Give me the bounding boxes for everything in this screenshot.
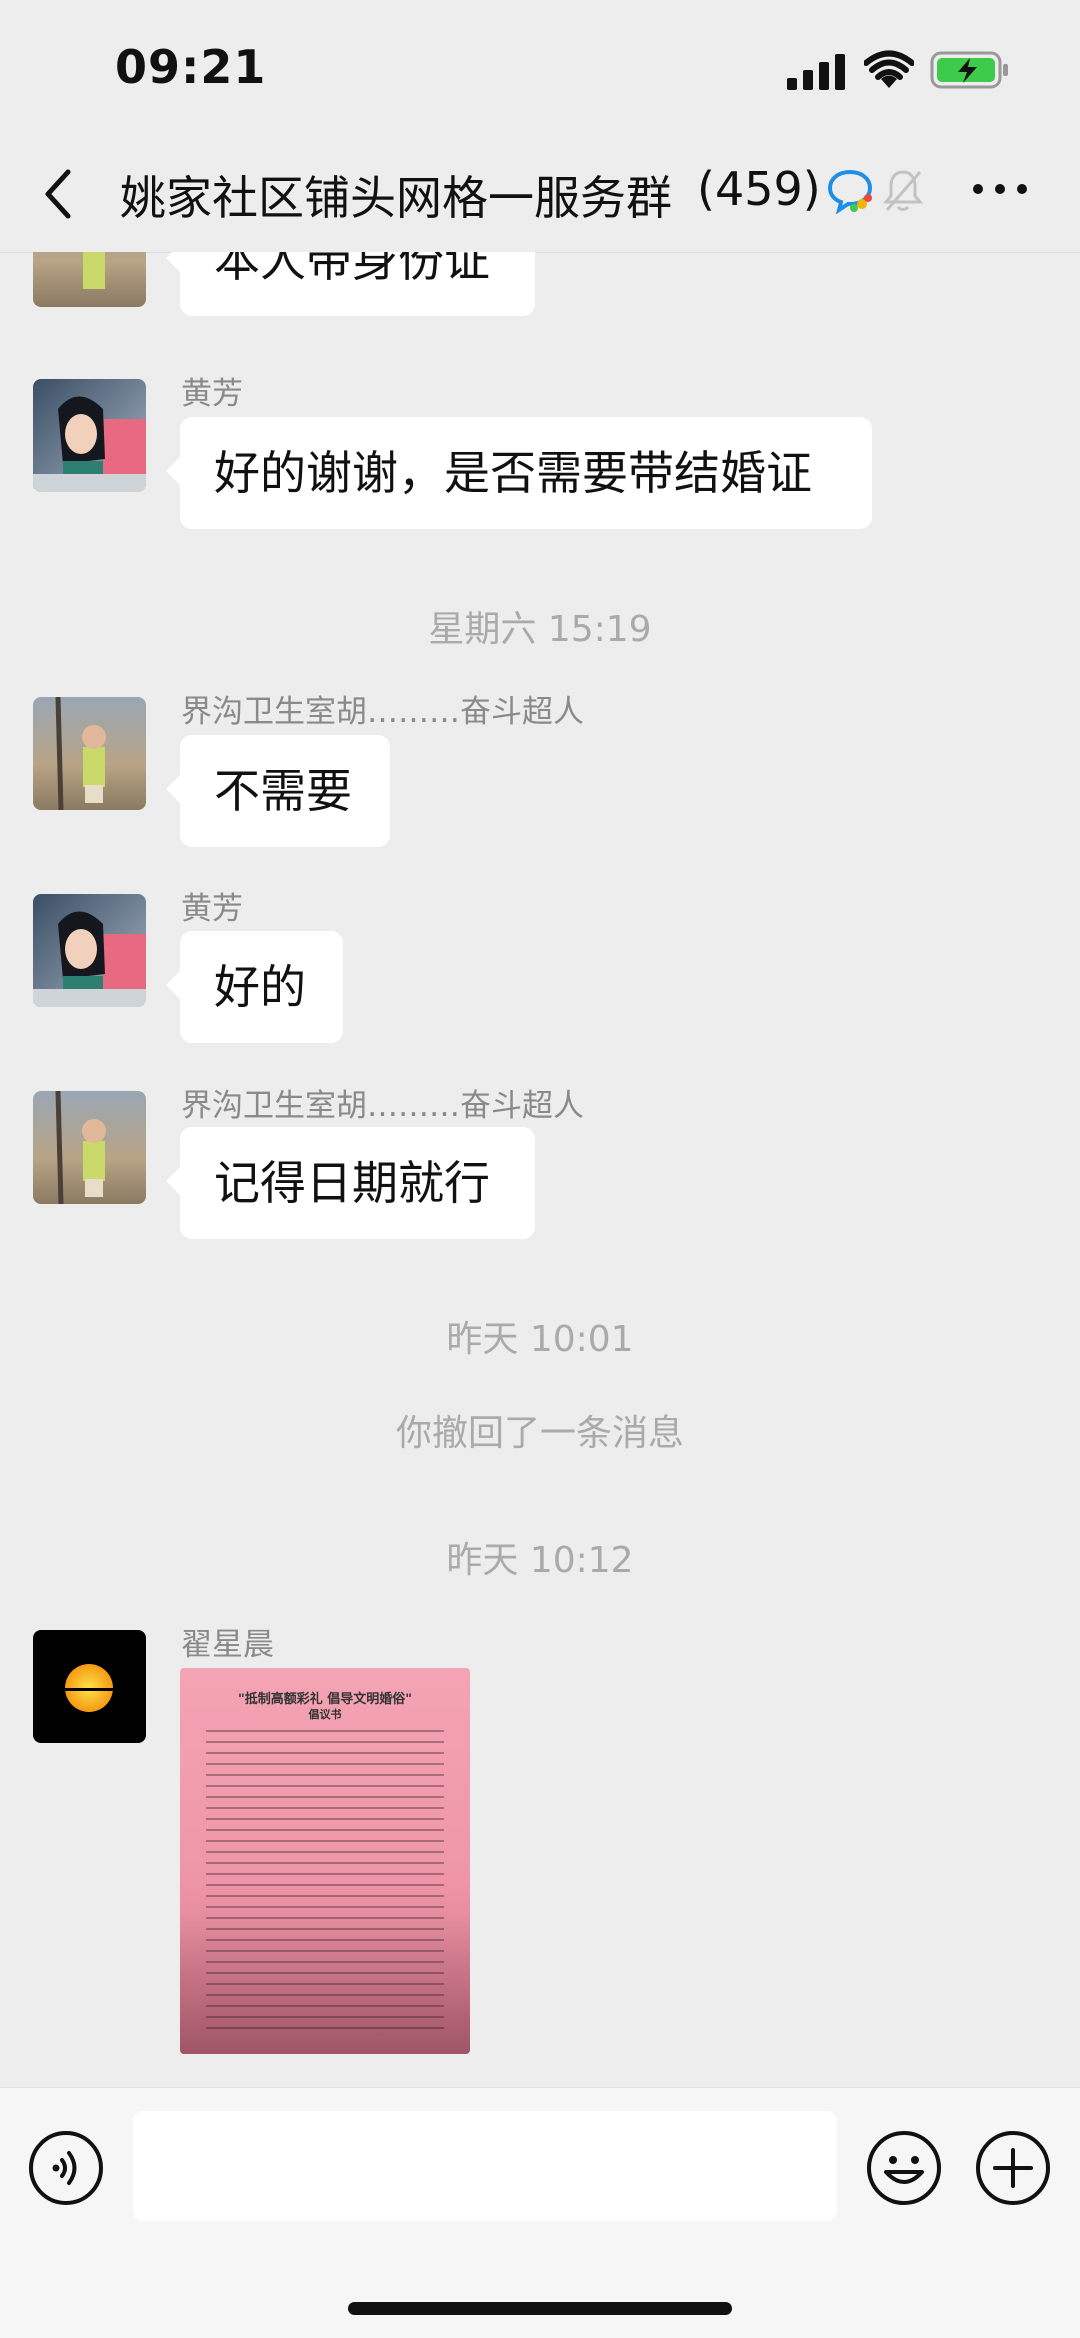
more-options-icon[interactable]: [970, 178, 1030, 200]
sender-name: 翟星晨: [181, 1627, 274, 1663]
recall-notice: 你撤回了一条消息: [395, 1413, 684, 1454]
timestamp: 星期六 15:19: [428, 609, 652, 650]
image-subtitle-text: 倡议书: [308, 1708, 342, 1721]
status-bar: 09:21: [0, 0, 1080, 140]
message-bubble[interactable]: 好的谢谢，是否需要带结婚证: [166, 417, 872, 529]
message-bubble[interactable]: 本人带身份证: [166, 252, 535, 316]
wifi-icon: [864, 50, 914, 88]
sender-name: 黄芳: [181, 376, 243, 412]
battery-charging-icon: [930, 51, 1008, 89]
mute-bell-icon: [882, 170, 924, 211]
avatar[interactable]: [33, 894, 146, 1007]
timestamp: 昨天 10:01: [446, 1319, 634, 1360]
plus-icon[interactable]: [975, 2130, 1051, 2206]
message-input[interactable]: [133, 2111, 837, 2221]
group-title[interactable]: 姚家社区铺头网格一服务群: [120, 162, 672, 228]
timestamp: 昨天 10:12: [446, 1540, 634, 1581]
message-list[interactable]: 本人带身份证 黄芳 好的谢谢，是否需要带结婚证 星期六 15:19 界沟卫生室胡…: [0, 252, 1080, 2087]
sender-name: 界沟卫生室胡………奋斗超人: [181, 1088, 584, 1124]
cellular-signal-icon: [787, 54, 845, 90]
group-chat-bubble-icon[interactable]: [826, 168, 876, 214]
sender-name: 界沟卫生室胡………奋斗超人: [181, 694, 584, 730]
voice-icon[interactable]: [28, 2130, 104, 2206]
image-shadow: [180, 1914, 470, 2054]
emoji-icon[interactable]: [866, 2130, 942, 2206]
avatar[interactable]: [33, 1091, 146, 1204]
image-title-text: "抵制高额彩礼 倡导文明婚俗": [237, 1692, 413, 1707]
status-time: 09:21: [115, 40, 267, 94]
input-bar: [0, 2087, 1080, 2338]
member-count: (459): [697, 162, 821, 216]
message-bubble[interactable]: 不需要: [166, 735, 390, 847]
image-message[interactable]: "抵制高额彩礼 倡导文明婚俗" 倡议书: [180, 1668, 470, 2054]
avatar[interactable]: [33, 379, 146, 492]
back-chevron-icon[interactable]: [38, 164, 78, 224]
avatar[interactable]: [33, 1630, 146, 1743]
sender-name: 黄芳: [181, 891, 243, 927]
message-bubble[interactable]: 好的: [166, 931, 343, 1043]
avatar[interactable]: [33, 252, 146, 307]
avatar[interactable]: [33, 697, 146, 810]
home-indicator[interactable]: [348, 2302, 732, 2315]
message-bubble[interactable]: 记得日期就行: [166, 1127, 535, 1239]
